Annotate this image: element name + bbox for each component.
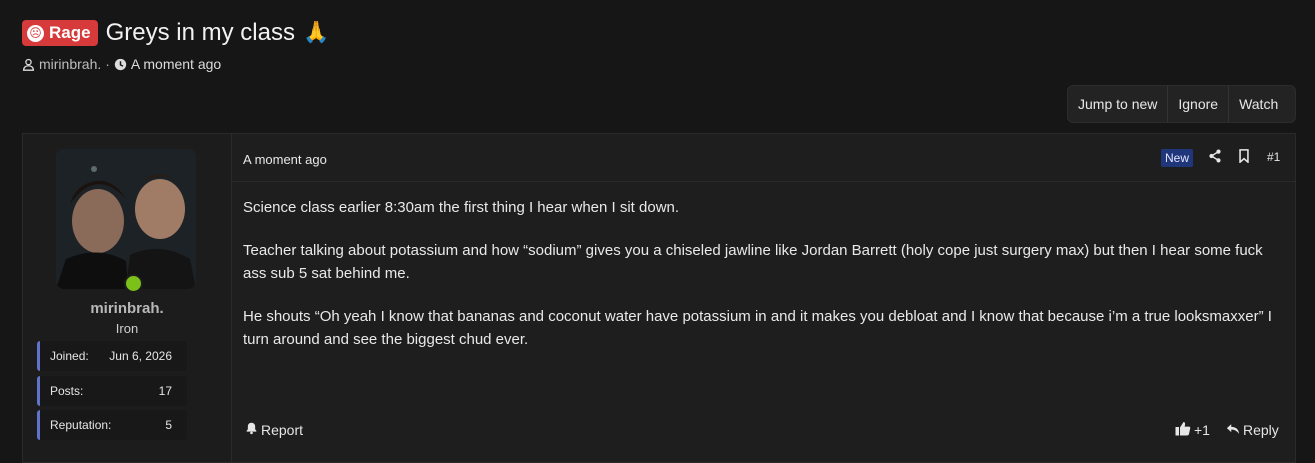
stat-label: Joined: <box>50 349 89 363</box>
user-rank-title: Iron <box>115 321 139 336</box>
stat-value: Jun 6, 2026 <box>109 349 172 363</box>
reply-button[interactable]: Reply <box>1226 422 1279 438</box>
avatar-wrapper <box>56 149 196 293</box>
prefix-text: Rage <box>49 23 91 42</box>
stat-label: Posts: <box>50 384 84 398</box>
thread-title: Greys in my class <box>105 19 295 46</box>
stat-value: 17 <box>158 384 172 398</box>
watch-button[interactable]: Watch <box>1229 86 1288 122</box>
reaction-count: +1 <box>1194 422 1210 438</box>
angry-face-icon: ☹ <box>27 24 44 42</box>
post-container: mirinbrah. Iron Joined: Jun 6, 2026 Post… <box>22 133 1296 463</box>
message-header: A moment ago New #1 <box>231 134 1295 182</box>
new-badge: New <box>1161 149 1194 167</box>
rage-prefix-label[interactable]: ☹ Rage <box>22 20 98 46</box>
jump-to-new-button[interactable]: Jump to new <box>1068 86 1169 122</box>
post-username[interactable]: mirinbrah. <box>23 300 231 317</box>
report-label: Report <box>261 421 304 438</box>
praying-hands-icon: 🙏 <box>302 21 330 44</box>
reply-label: Reply <box>1242 422 1279 438</box>
user-icon <box>22 58 35 71</box>
online-status-indicator <box>124 274 143 293</box>
message-paragraph: He shouts “Oh yeah I know that bananas a… <box>243 308 1272 348</box>
title-row: ☹ Rage Greys in my class 🙏 <box>22 17 1293 49</box>
message-paragraph: Science class earlier 8:30am the first t… <box>243 199 680 216</box>
stat-value: 5 <box>165 418 172 432</box>
like-button[interactable]: +1 <box>1175 421 1210 439</box>
user-panel: mirinbrah. Iron Joined: Jun 6, 2026 Post… <box>23 134 232 462</box>
reply-arrow-icon <box>1226 422 1240 438</box>
stat-joined: Joined: Jun 6, 2026 <box>37 341 187 371</box>
thread-header: ☹ Rage Greys in my class 🙏 mirinbrah. · … <box>22 17 1293 73</box>
bookmark-icon[interactable] <box>1238 149 1250 168</box>
share-icon[interactable] <box>1208 149 1222 168</box>
stat-posts: Posts: 17 <box>37 376 187 406</box>
report-button[interactable]: Report <box>245 421 303 438</box>
post-footer-actions: +1 Reply <box>1175 421 1279 439</box>
stat-label: Reputation: <box>50 418 112 432</box>
thread-actions: Jump to new Ignore Watch <box>1067 85 1296 123</box>
post-number-link[interactable]: #1 <box>1267 150 1280 164</box>
ignore-button[interactable]: Ignore <box>1168 86 1230 122</box>
avatar[interactable] <box>56 149 196 289</box>
post-date[interactable]: A moment ago <box>243 152 327 167</box>
message-paragraph: Teacher talking about potassium and how … <box>243 242 1263 282</box>
message-body: Science class earlier 8:30am the first t… <box>243 196 1283 371</box>
thread-time[interactable]: A moment ago <box>131 56 221 72</box>
clock-icon <box>114 58 127 71</box>
stat-reputation: Reputation: 5 <box>37 410 187 440</box>
thumbs-up-icon <box>1175 421 1191 439</box>
thread-author-link[interactable]: mirinbrah. <box>39 56 101 72</box>
bell-icon <box>245 421 258 438</box>
thread-meta: mirinbrah. · A moment ago <box>22 55 1293 73</box>
meta-separator: · <box>105 56 110 72</box>
